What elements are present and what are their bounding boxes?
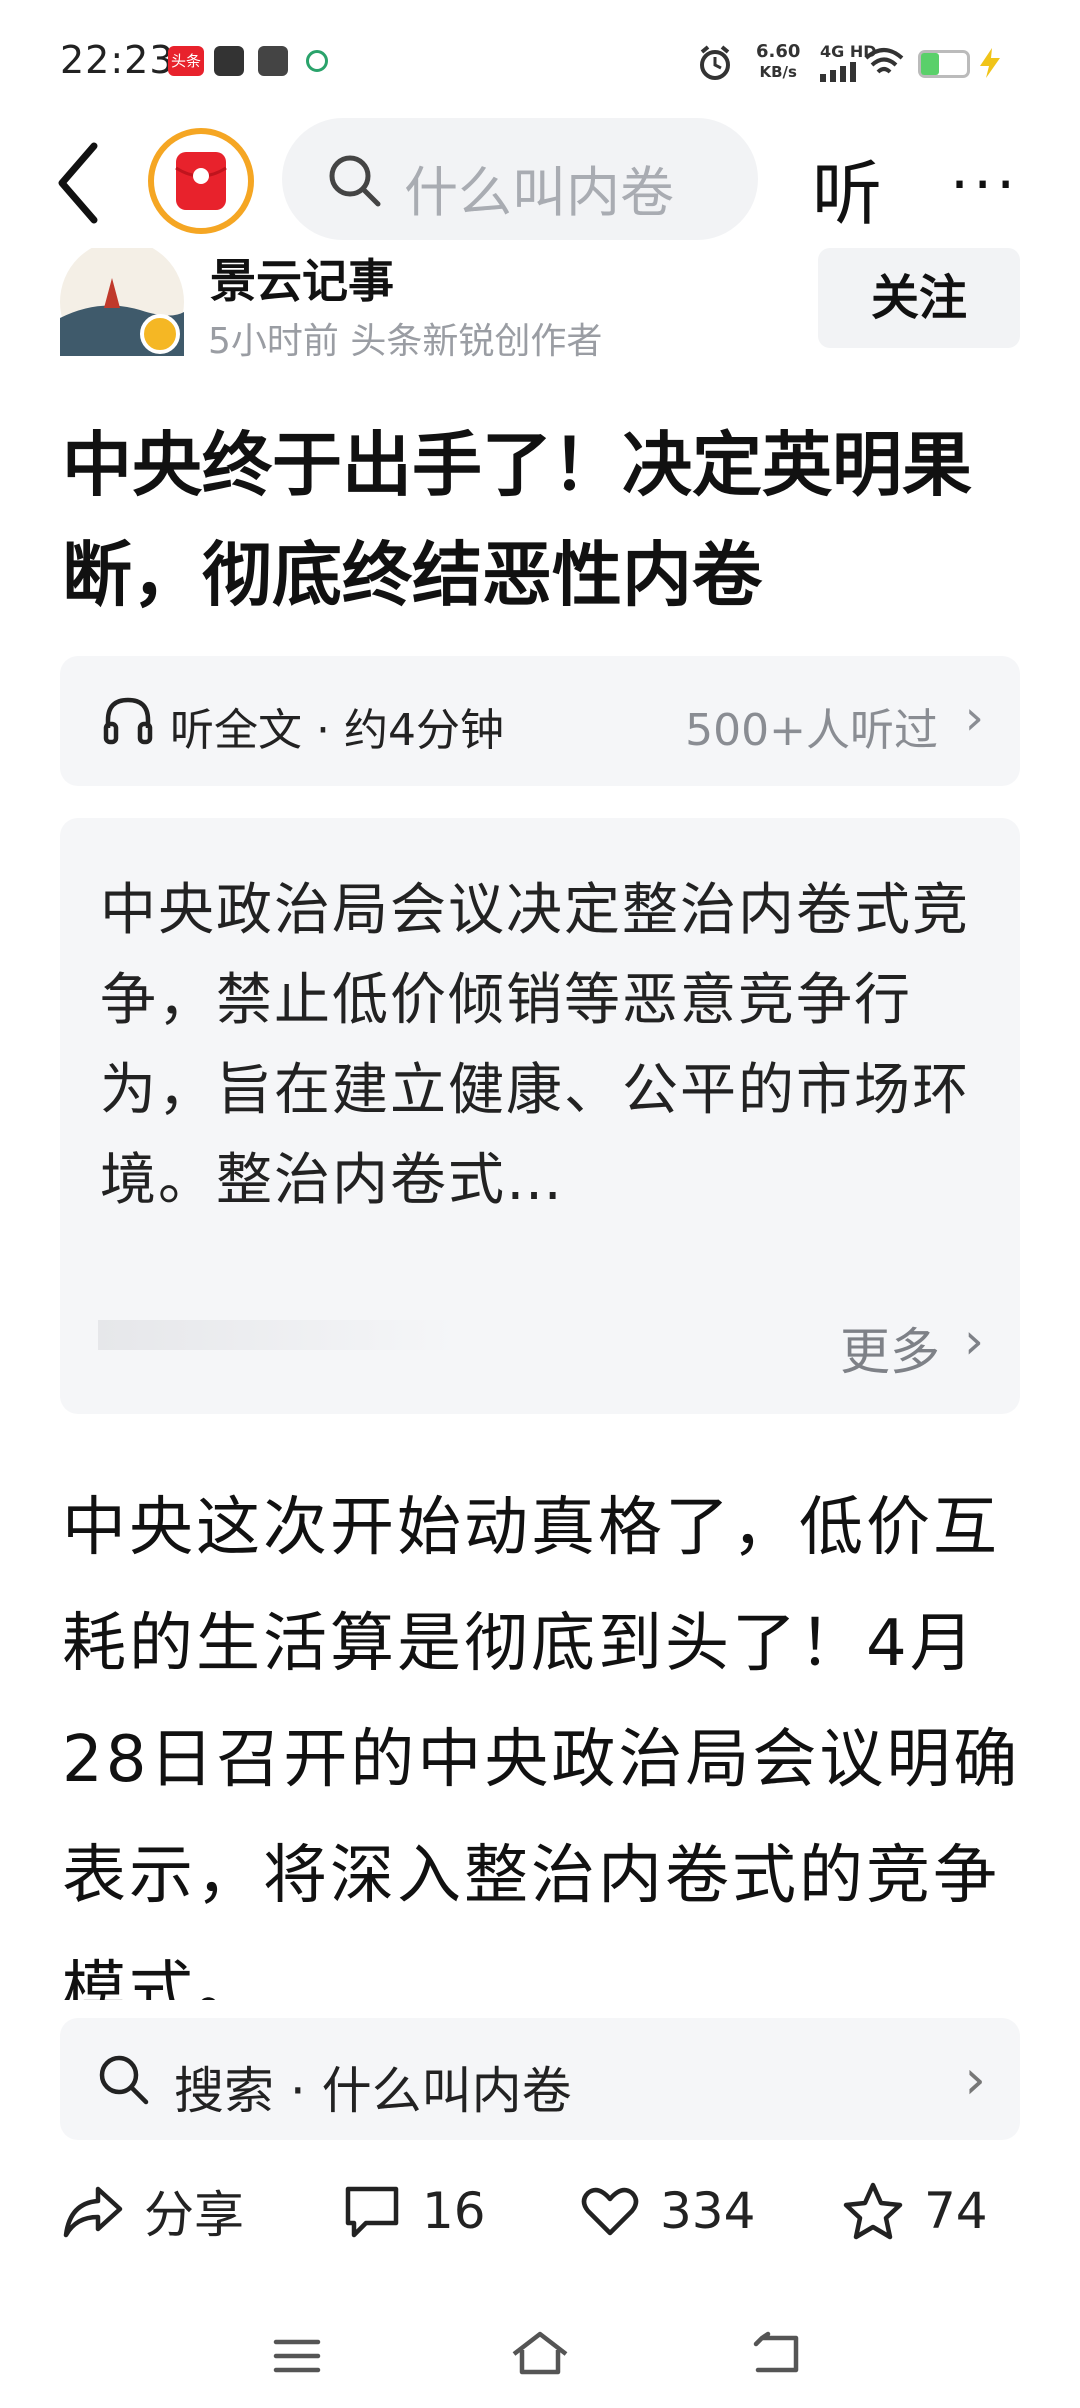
message-app-icon <box>214 46 244 76</box>
search-placeholder: 什么叫内卷 <box>404 161 674 224</box>
back-button[interactable] <box>50 138 110 228</box>
article-title: 中央终于出手了！决定英明果断，彻底终结恶性内卷 <box>62 424 972 616</box>
china-mobile-icon <box>306 50 328 72</box>
author-avatar[interactable] <box>60 248 184 356</box>
battery-icon <box>918 50 970 78</box>
search-icon <box>99 2055 149 2105</box>
summary-text: 中央政治局会议决定整治内卷式竞争，禁止低价倾销等恶意竞争行为，旨在建立健康、公平… <box>100 878 970 1213</box>
listen-full-article-bar[interactable]: 听全文 · 约4分钟 500+人听过 › <box>60 656 1020 786</box>
star-icon <box>843 2182 903 2240</box>
signal-icon <box>820 62 856 82</box>
share-button[interactable]: 分享 <box>62 2166 244 2256</box>
heart-icon <box>581 2187 639 2236</box>
search-icon <box>329 155 381 207</box>
chevron-right-icon: › <box>964 1312 984 1370</box>
charging-icon <box>980 48 1000 78</box>
search-input[interactable]: 什么叫内卷 <box>282 118 758 240</box>
summary-card: 中央政治局会议决定整治内卷式竞争，禁止低价倾销等恶意竞争行为，旨在建立健康、公平… <box>60 818 1020 1414</box>
favorite-count: 74 <box>924 2182 988 2240</box>
favorite-button[interactable]: 74 <box>842 2166 988 2256</box>
chevron-right-icon: › <box>964 2048 986 2111</box>
red-envelope-icon <box>175 152 227 210</box>
follow-button[interactable]: 关注 <box>818 248 1020 348</box>
listen-count: 500+人听过 <box>685 705 938 756</box>
summary-source-blur <box>98 1320 458 1350</box>
listen-button[interactable]: 听 <box>812 138 882 239</box>
system-nav-bar <box>0 2300 1080 2408</box>
article-body: 中央这次开始动真格了，低价互耗的生活算是彻底到头了！4月28日召开的中央政治局会… <box>62 1491 1021 2000</box>
summary-more-button[interactable]: 更多 <box>840 1312 940 1384</box>
app-logo[interactable] <box>148 128 254 234</box>
status-time: 22:23 <box>60 38 175 82</box>
alarm-icon <box>700 45 730 80</box>
home-icon[interactable] <box>510 2328 570 2378</box>
wifi-icon <box>864 48 904 74</box>
like-button[interactable]: 334 <box>580 2166 755 2256</box>
comment-count: 16 <box>422 2182 486 2240</box>
back-nav-icon[interactable] <box>752 2330 808 2378</box>
like-count: 334 <box>660 2182 756 2240</box>
menu-icon[interactable] <box>272 2336 322 2376</box>
headphones-icon <box>103 697 153 745</box>
related-search-bar[interactable]: 搜索 · 什么叫内卷 › <box>60 2018 1020 2140</box>
comment-button[interactable]: 16 <box>342 2166 486 2256</box>
listen-bar-label: 听全文 · 约4分钟 <box>170 705 504 756</box>
related-search-text: 搜索 · 什么叫内卷 <box>174 2062 572 2120</box>
creator-badge-icon <box>140 314 180 354</box>
share-label: 分享 <box>144 2186 244 2244</box>
comment-icon <box>345 2186 399 2238</box>
vivo-app-icon <box>258 46 288 76</box>
status-bar: 22:23 头条 6.60 KB/s 4G HD <box>0 0 1080 120</box>
toutiao-app-icon: 头条 <box>168 46 204 76</box>
author-name[interactable]: 景云记事 <box>210 245 394 311</box>
more-options-button[interactable]: ··· <box>950 150 1019 220</box>
author-meta: 5小时前 头条新锐创作者 <box>208 321 603 362</box>
network-speed: 6.60 KB/s <box>756 41 801 82</box>
chevron-right-icon: › <box>964 690 984 746</box>
share-icon <box>63 2186 123 2238</box>
